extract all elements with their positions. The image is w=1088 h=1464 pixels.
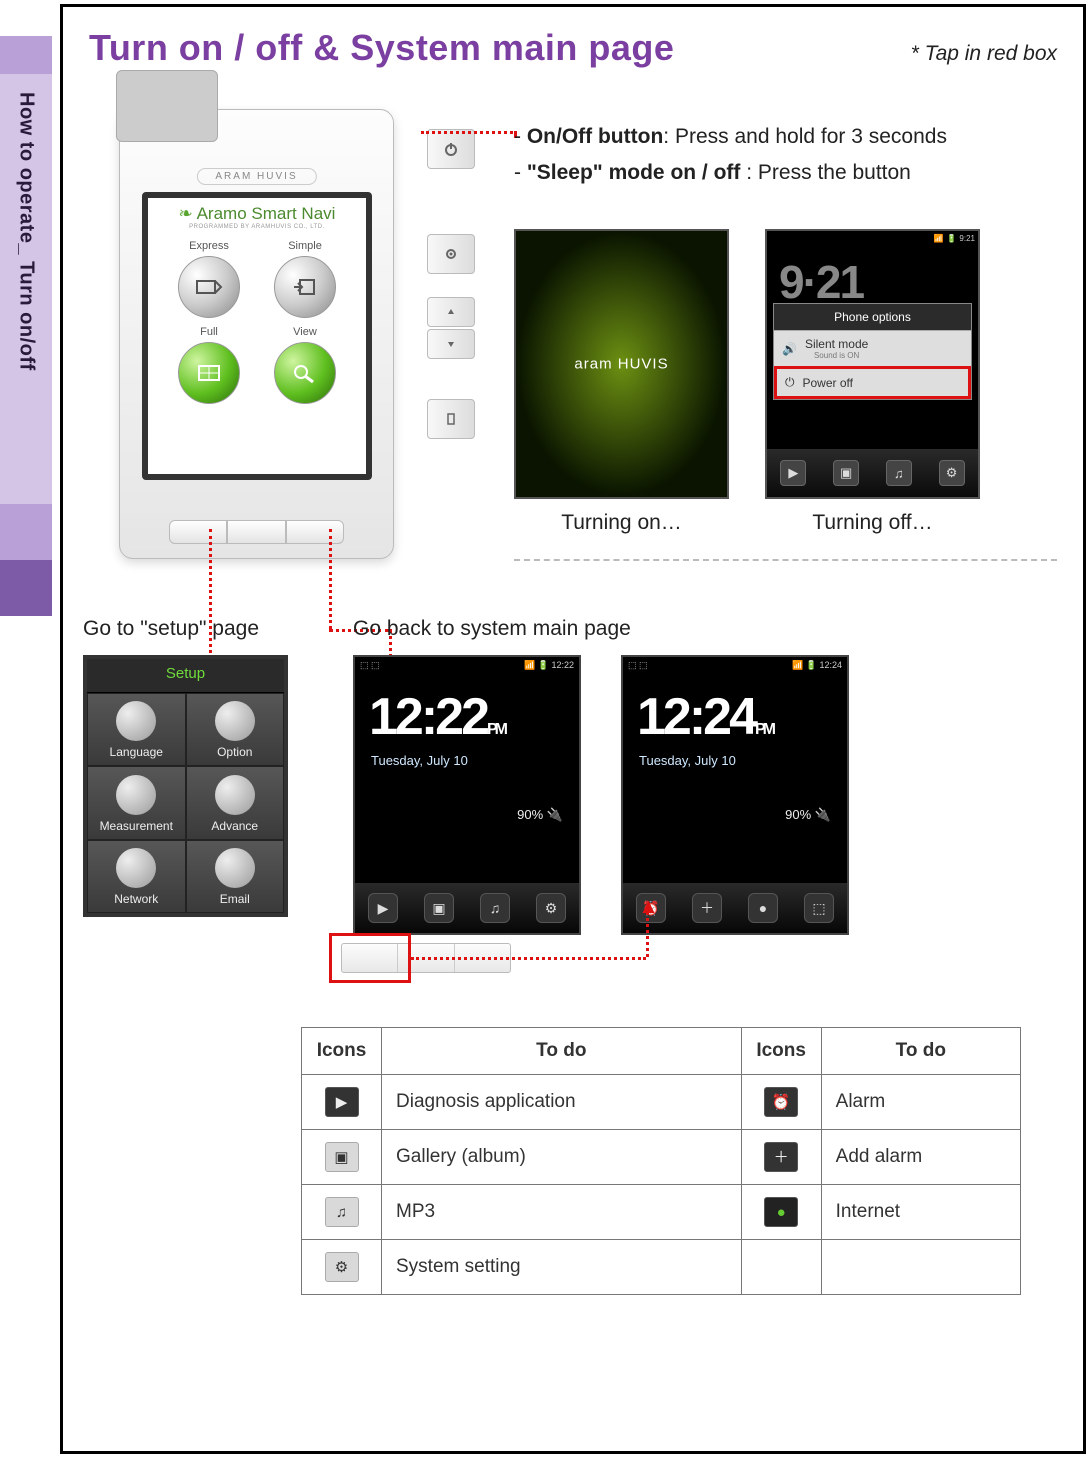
goback-label: Go back to system main page <box>353 617 631 641</box>
mode-button[interactable] <box>427 399 475 439</box>
volume-down-button[interactable] <box>427 329 475 359</box>
silent-mode-row[interactable]: 🔊 Silent modeSound is ON <box>774 330 971 366</box>
callout-line <box>421 131 513 134</box>
red-highlight-box <box>329 933 411 983</box>
turning-off-caption: Turning off… <box>765 511 980 535</box>
dock-icon[interactable]: ⬚ <box>804 893 834 923</box>
setup-thumb: Setup Language Option Measurement Advanc… <box>83 655 288 917</box>
sidebar-tab: How to operate_ Turn on/off <box>0 36 52 676</box>
dock-gallery-icon[interactable]: ▣ <box>424 893 454 923</box>
device-brand: ARAM HUVIS <box>196 168 316 185</box>
page-title: Turn on / off & System main page <box>89 27 674 69</box>
table-header-icons: Icons <box>302 1028 382 1075</box>
power-icon: ⏻ <box>785 375 795 390</box>
setup-header: Setup <box>87 659 284 693</box>
dock-mp3-icon[interactable]: ♫ <box>480 893 510 923</box>
page-frame: Turn on / off & System main page * Tap i… <box>60 4 1086 1454</box>
instructions: - On/Off button: Press and hold for 3 se… <box>514 119 947 190</box>
dock-icon[interactable]: ♫ <box>886 460 912 486</box>
phone-options-popup: Phone options 🔊 Silent modeSound is ON ⏻… <box>773 303 972 400</box>
hw-button-bar <box>169 520 344 544</box>
speaker-icon: 🔊 <box>782 342 797 356</box>
callout-line <box>329 529 332 629</box>
device-app-title: Aramo Smart Navi <box>197 204 336 223</box>
dock-icon[interactable]: ⚙ <box>939 460 965 486</box>
system-main-thumb-1: ⬚ ⬚📶 🔋 12:22 12:22PM Tuesday, July 10 90… <box>353 655 581 935</box>
turning-on-caption: Turning on… <box>514 511 729 535</box>
divider <box>514 559 1057 561</box>
table-header-todo: To do <box>382 1028 742 1075</box>
diagnosis-icon: ▶ <box>325 1087 359 1117</box>
hw-button-left[interactable] <box>169 520 227 544</box>
hw-button-middle[interactable] <box>227 520 285 544</box>
table-header-todo: To do <box>821 1028 1020 1075</box>
app-view[interactable]: View <box>262 326 348 404</box>
tap-note: * Tap in red box <box>911 42 1057 66</box>
power-off-row[interactable]: ⏻ Power off <box>774 366 971 399</box>
power-button[interactable] <box>427 129 475 169</box>
camera-button[interactable] <box>427 234 475 274</box>
splash-logo: aram HUVIS <box>574 356 668 373</box>
setup-option[interactable]: Option <box>186 693 285 766</box>
app-simple[interactable]: Simple <box>262 240 348 318</box>
popup-title: Phone options <box>774 304 971 330</box>
turning-off-thumb: 📶🔋9:21 9·21 Phone options 🔊 Silent modeS… <box>765 229 980 535</box>
dock-icon[interactable]: ▶ <box>780 460 806 486</box>
device-screen: ❧ Aramo Smart Navi PROGRAMMED BY ARAMHUV… <box>142 192 372 480</box>
setup-advance[interactable]: Advance <box>186 766 285 839</box>
icons-table: Icons To do Icons To do ▶ Diagnosis appl… <box>301 1027 1021 1295</box>
turning-on-thumb: aram HUVIS Turning on… <box>514 229 729 535</box>
settings-icon: ⚙ <box>325 1252 359 1282</box>
red-arrow-icon: ▴ <box>643 893 654 919</box>
dock-diagnosis-icon[interactable]: ▶ <box>368 893 398 923</box>
table-row: ⚙ System setting <box>302 1240 1021 1295</box>
lock-time: 9·21 <box>779 255 863 309</box>
callout-line <box>411 957 646 960</box>
sidebar-title: How to operate_ Turn on/off <box>15 92 38 371</box>
alarm-icon: ⏰ <box>764 1087 798 1117</box>
setup-network[interactable]: Network <box>87 840 186 913</box>
dock-internet-icon[interactable]: ● <box>748 893 778 923</box>
volume-up-button[interactable] <box>427 297 475 327</box>
mp3-icon: ♫ <box>325 1197 359 1227</box>
dock-add-alarm-icon[interactable]: ＋ <box>692 893 722 923</box>
setup-measurement[interactable]: Measurement <box>87 766 186 839</box>
add-alarm-icon: ＋ <box>764 1142 798 1172</box>
setup-language[interactable]: Language <box>87 693 186 766</box>
app-express[interactable]: Express <box>166 240 252 318</box>
dock-settings-icon[interactable]: ⚙ <box>536 893 566 923</box>
table-row: ♫ MP3 ● Internet <box>302 1185 1021 1240</box>
app-full[interactable]: Full <box>166 326 252 404</box>
internet-icon: ● <box>764 1197 798 1227</box>
system-main-thumb-2: ⬚ ⬚📶 🔋 12:24 12:24PM Tuesday, July 10 90… <box>621 655 849 935</box>
setup-label: Go to "setup" page <box>83 617 259 641</box>
hw-button-right[interactable] <box>286 520 344 544</box>
table-header-icons: Icons <box>741 1028 821 1075</box>
gallery-icon: ▣ <box>325 1142 359 1172</box>
table-row: ▶ Diagnosis application ⏰ Alarm <box>302 1075 1021 1130</box>
table-row: ▣ Gallery (album) ＋ Add alarm <box>302 1130 1021 1185</box>
setup-email[interactable]: Email <box>186 840 285 913</box>
device-mock: ARAM HUVIS ❧ Aramo Smart Navi PROGRAMMED… <box>119 109 449 569</box>
dock-icon[interactable]: ▣ <box>833 460 859 486</box>
